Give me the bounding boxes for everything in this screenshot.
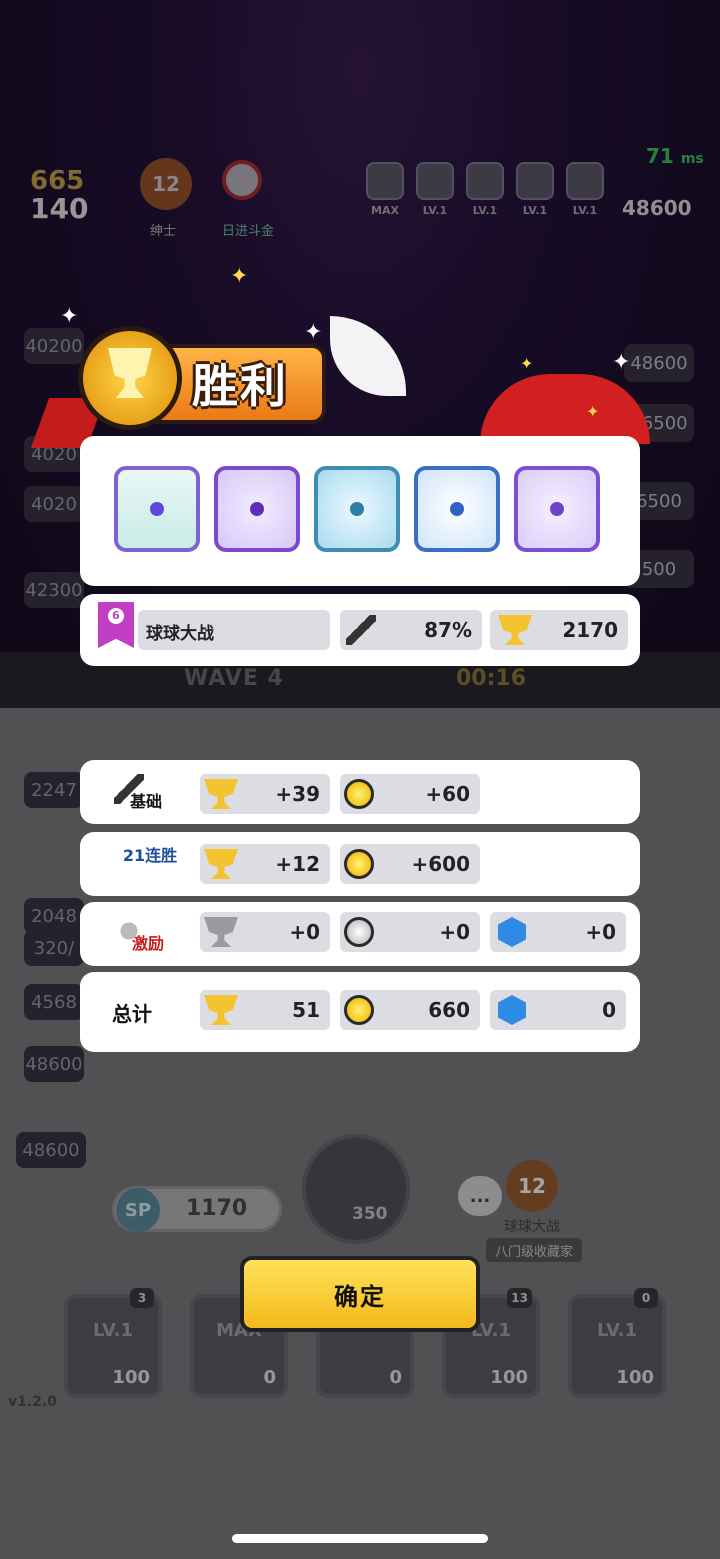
coin-icon: [344, 995, 374, 1025]
sparkle-icon: ✦: [520, 354, 534, 373]
trophy-icon: [204, 779, 238, 809]
coin-reward: +60: [425, 782, 470, 806]
trophy-total-reward: 51: [292, 998, 320, 1022]
trophy-icon: [204, 917, 238, 947]
coin-icon: [344, 917, 374, 947]
die-pip: [550, 502, 564, 516]
reward-row-total: 总计 51 660 0: [80, 972, 640, 1052]
coin-icon: [344, 779, 374, 809]
trophy-icon: [204, 849, 238, 879]
reward-row-base: 基础 +39 +60: [80, 760, 640, 824]
mode-name: 球球大战: [146, 624, 214, 644]
sparkle-icon: ✦: [230, 264, 249, 289]
gem-reward: +0: [585, 920, 616, 944]
arcane-die-icon: [214, 466, 300, 552]
coin-reward: +600: [411, 852, 470, 876]
victory-title: 胜利: [192, 359, 288, 413]
blessing-die-icon: [114, 466, 200, 552]
trophy-reward: +0: [289, 920, 320, 944]
die-pip: [150, 502, 164, 516]
sparkle-icon: ✦: [304, 320, 323, 345]
reward-row-streak: 21连胜 +12 +600: [80, 832, 640, 896]
gem-reward-cell: +0: [490, 912, 626, 952]
trophy-icon: [204, 995, 238, 1025]
trophy-total: 2170: [562, 618, 618, 642]
flame-icon: [114, 916, 144, 946]
trophy-reward: +39: [275, 782, 320, 806]
trophy-reward-cell: +39: [200, 774, 330, 814]
coin-reward-cell: +600: [340, 844, 480, 884]
trophy-icon: [498, 615, 532, 645]
match-stats-panel: 6 球球大战 87% 2170: [80, 594, 640, 666]
die-pip: [350, 502, 364, 516]
gem-total-reward: 0: [602, 998, 616, 1022]
vortex-die-icon: [314, 466, 400, 552]
ward-die-icon: [514, 466, 600, 552]
trophy-reward: +12: [275, 852, 320, 876]
win-rate-cell: 87%: [340, 610, 482, 650]
coin-reward-cell: +0: [340, 912, 480, 952]
coin-icon: [344, 849, 374, 879]
die-pip: [450, 502, 464, 516]
mode-name-cell: 球球大战: [138, 610, 330, 650]
reward-row-label: 21连胜: [122, 846, 178, 865]
frost-die-icon: [414, 466, 500, 552]
gem-icon: [498, 995, 526, 1025]
trophies-cell: 2170: [490, 610, 628, 650]
win-rate: 87%: [424, 618, 472, 642]
coin-reward-cell: +60: [340, 774, 480, 814]
coin-total-cell: 660: [340, 990, 480, 1030]
reward-dice-panel: [80, 436, 640, 586]
gem-total-cell: 0: [490, 990, 626, 1030]
crossed-swords-icon: [346, 615, 376, 645]
coin-total-reward: 660: [428, 998, 470, 1022]
sparkle-icon: ✦: [60, 304, 79, 329]
coin-reward: +0: [439, 920, 470, 944]
reward-row-incentive: 激励 +0 +0 +0: [80, 902, 640, 966]
sparkle-icon: ✦: [612, 350, 631, 375]
confirm-button[interactable]: 确定: [240, 1256, 480, 1332]
trophy-reward-cell: +0: [200, 912, 330, 952]
reward-row-label: 总计: [112, 1002, 152, 1026]
sword-icon: [114, 774, 144, 804]
die-pip: [250, 502, 264, 516]
trophy-reward-cell: +12: [200, 844, 330, 884]
tier-number: 6: [108, 608, 124, 624]
gem-icon: [498, 917, 526, 947]
trophy-total-cell: 51: [200, 990, 330, 1030]
home-indicator[interactable]: [232, 1534, 488, 1543]
sparkle-icon: ✦: [586, 402, 600, 421]
